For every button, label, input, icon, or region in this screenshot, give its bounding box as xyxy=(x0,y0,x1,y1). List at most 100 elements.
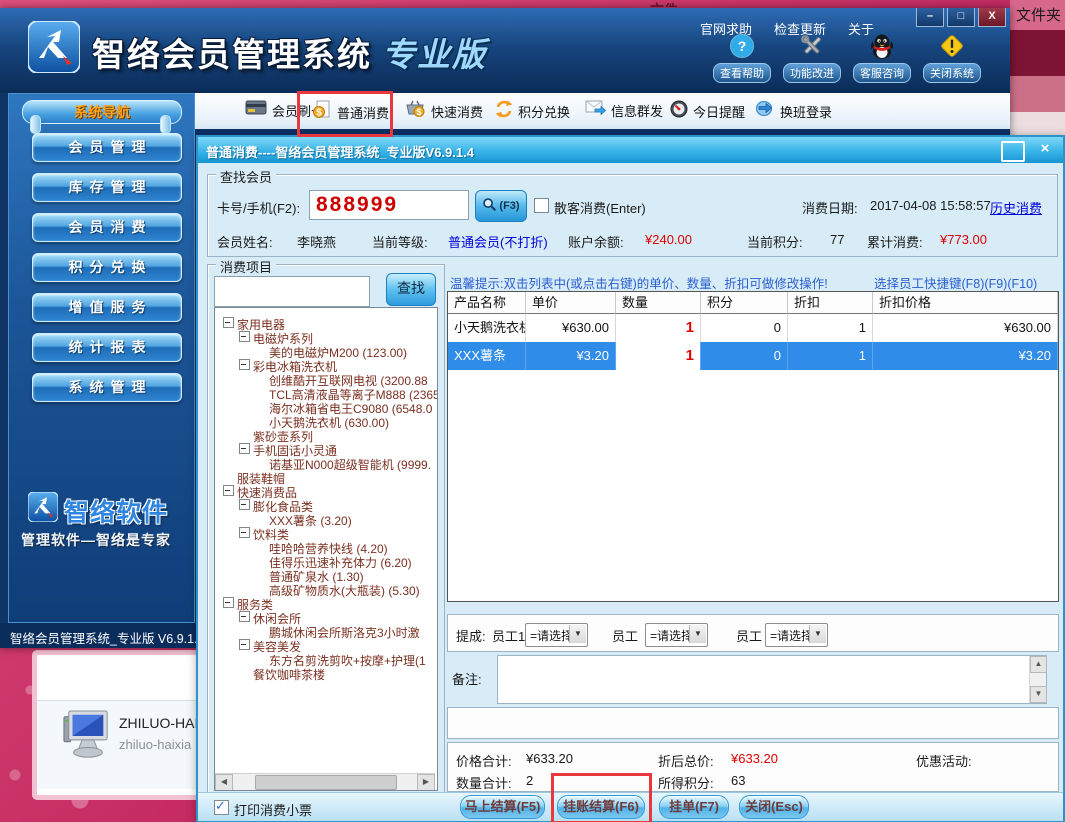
item-find-button[interactable]: 查找 xyxy=(386,273,436,306)
promo-label: 优惠活动: xyxy=(916,751,972,770)
cell-折扣价格[interactable]: ¥3.20 xyxy=(873,342,1058,370)
annotation-box-normal-consumption xyxy=(297,91,393,137)
footer-button-挂单(F7)[interactable]: 挂单(F7) xyxy=(659,795,729,819)
cell-积分[interactable]: 0 xyxy=(701,314,788,342)
tip-text: 温馨提示:双击列表中(或点击右键)的单价、数量、折扣可做修改操作! xyxy=(450,273,828,292)
column-header-折扣[interactable]: 折扣 xyxy=(788,292,873,314)
sidebar-item-积分兑换[interactable]: 积分兑换 xyxy=(32,253,182,282)
quick-button-查看帮助[interactable]: ?查看帮助 xyxy=(712,32,772,83)
window-controls: –□X xyxy=(916,8,1006,27)
tree-collapse-icon[interactable] xyxy=(239,499,250,510)
tree-horizontal-scrollbar[interactable]: ◀ ▶ xyxy=(215,773,435,790)
dialog-close-button[interactable]: × xyxy=(1035,141,1055,158)
zhiluo-logo-icon xyxy=(28,492,58,522)
remark-textarea[interactable]: ▲ ▼ xyxy=(497,655,1047,704)
commission-panel: 提成: 员工1=请选择=▼员工=请选择=▼员工=请选择=▼ xyxy=(447,614,1059,652)
tree-item-label: 餐饮咖啡茶楼 xyxy=(253,666,325,683)
tree-collapse-icon[interactable] xyxy=(239,611,250,622)
cell-折扣价格[interactable]: ¥630.00 xyxy=(873,314,1058,342)
toolbar-item-换班登录[interactable]: 换班登录 xyxy=(755,100,832,122)
cell-折扣[interactable]: 1 xyxy=(788,342,873,370)
sidebar-item-会员管理[interactable]: 会员管理 xyxy=(32,133,182,162)
toolbar-item-今日提醒[interactable]: 今日提醒 xyxy=(670,100,745,123)
sidebar-item-统计报表[interactable]: 统计报表 xyxy=(32,333,182,362)
sidebar-item-增值服务[interactable]: 增值服务 xyxy=(32,293,182,322)
sale-items-table[interactable]: 产品名称单价数量积分折扣折扣价格小天鹅洗衣机¥630.00101¥630.00X… xyxy=(447,291,1059,602)
tree-collapse-icon[interactable] xyxy=(223,485,234,496)
tree-collapse-icon[interactable] xyxy=(239,443,250,454)
sidebar-item-库存管理[interactable]: 库存管理 xyxy=(32,173,182,202)
scroll-up-icon[interactable]: ▲ xyxy=(1030,656,1047,673)
chevron-down-icon[interactable]: ▼ xyxy=(689,625,706,643)
footer-button-马上结算(F5)[interactable]: 马上结算(F5) xyxy=(460,795,545,819)
minimize-button[interactable]: – xyxy=(916,8,944,27)
footer-button-关闭(Esc)[interactable]: 关闭(Esc) xyxy=(739,795,809,819)
employee-label: 员工 xyxy=(736,626,762,645)
dialog-maximize-button[interactable] xyxy=(1001,141,1025,162)
column-header-积分[interactable]: 积分 xyxy=(701,292,788,314)
sidebar-item-会员消费[interactable]: 会员消费 xyxy=(32,213,182,242)
cell-积分[interactable]: 0 xyxy=(701,342,788,370)
column-header-产品名称[interactable]: 产品名称 xyxy=(448,292,526,314)
commission-label: 提成: xyxy=(456,626,486,645)
name-value: 李晓燕 xyxy=(297,232,336,251)
column-header-折扣价格[interactable]: 折扣价格 xyxy=(873,292,1058,314)
remark-scrollbar[interactable]: ▲ ▼ xyxy=(1029,656,1046,703)
scroll-left-icon[interactable]: ◀ xyxy=(215,774,233,791)
qty-total-label: 数量合计: xyxy=(456,773,512,792)
column-header-数量[interactable]: 数量 xyxy=(616,292,701,314)
dialog-title-bar[interactable]: 普通消费----智络会员管理系统_专业版V6.9.1.4 × xyxy=(198,137,1063,163)
scroll-thumb[interactable] xyxy=(255,775,397,790)
svg-text:$: $ xyxy=(416,107,421,117)
toolbar-item-积分兑换[interactable]: 积分兑换 xyxy=(495,100,570,123)
close-button[interactable]: X xyxy=(978,8,1006,27)
sidebar-item-系统管理[interactable]: 系统管理 xyxy=(32,373,182,402)
scroll-down-icon[interactable]: ▼ xyxy=(1030,686,1047,703)
background-window-partial-text: 文件 xyxy=(650,0,678,7)
walkin-checkbox[interactable] xyxy=(534,198,549,213)
cell-单价[interactable]: ¥3.20 xyxy=(526,342,616,370)
member-search-button[interactable]: (F3) xyxy=(475,190,527,222)
employee-select-1[interactable]: =请选择=▼ xyxy=(525,623,588,647)
tree-collapse-icon[interactable] xyxy=(239,331,250,342)
card-number-input[interactable] xyxy=(309,190,469,220)
scroll-right-icon[interactable]: ▶ xyxy=(417,774,435,791)
computer-name[interactable]: ZHILUO-HAIX xyxy=(119,715,208,731)
quick-button-功能改进[interactable]: 功能改进 xyxy=(782,32,842,83)
band-light xyxy=(1010,112,1065,135)
earned-points-label: 所得积分: xyxy=(658,773,714,792)
quick-button-客服咨询[interactable]: 客服咨询 xyxy=(852,32,912,83)
column-header-单价[interactable]: 单价 xyxy=(526,292,616,314)
cell-数量[interactable]: 1 xyxy=(616,314,701,342)
discount-total-label: 折后总价: xyxy=(658,751,714,770)
print-receipt-checkbox[interactable]: ✓ xyxy=(214,800,229,815)
toolbar-item-快速消费[interactable]: $快速消费 xyxy=(405,100,483,123)
tree-collapse-icon[interactable] xyxy=(239,527,250,538)
chevron-down-icon[interactable]: ▼ xyxy=(809,625,826,643)
employee-select-3[interactable]: =请选择=▼ xyxy=(765,623,828,647)
tree-collapse-icon[interactable] xyxy=(223,597,234,608)
cell-折扣[interactable]: 1 xyxy=(788,314,873,342)
sidebar-header: 系统导航 xyxy=(22,100,182,124)
computer-icon[interactable] xyxy=(62,709,112,768)
maximize-button[interactable]: □ xyxy=(947,8,975,27)
employee-select-2[interactable]: =请选择=▼ xyxy=(645,623,708,647)
quick-button-label: 查看帮助 xyxy=(713,63,771,83)
band-pink: 文件夹 xyxy=(1010,0,1065,30)
quick-button-label: 功能改进 xyxy=(783,63,841,83)
cell-产品名称[interactable]: 小天鹅洗衣机 xyxy=(448,314,526,342)
chevron-down-icon[interactable]: ▼ xyxy=(569,625,586,643)
cell-数量[interactable]: 1 xyxy=(616,342,701,370)
item-search-input[interactable] xyxy=(214,276,370,307)
tree-collapse-icon[interactable] xyxy=(223,317,234,328)
tree-collapse-icon[interactable] xyxy=(239,639,250,650)
remark-label: 备注: xyxy=(452,669,482,688)
toolbar-item-信息群发[interactable]: 信息群发 xyxy=(585,100,663,121)
quick-button-关闭系统[interactable]: 关闭系统 xyxy=(922,32,982,83)
cell-产品名称[interactable]: XXX薯条 xyxy=(448,342,526,370)
tree-collapse-icon[interactable] xyxy=(239,359,250,370)
mail-icon xyxy=(585,100,606,121)
app-edition: 专业版 xyxy=(382,36,487,73)
cell-单价[interactable]: ¥630.00 xyxy=(526,314,616,342)
history-link[interactable]: 历史消费 xyxy=(990,198,1042,217)
